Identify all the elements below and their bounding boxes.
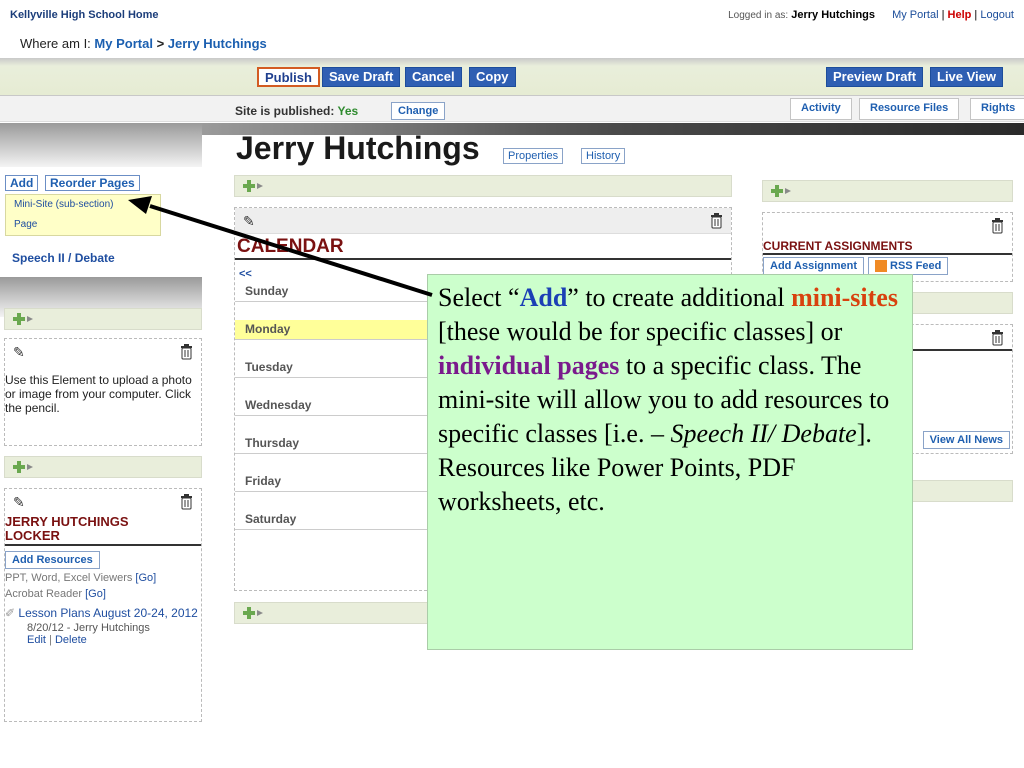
pointer-arrow	[128, 196, 433, 297]
